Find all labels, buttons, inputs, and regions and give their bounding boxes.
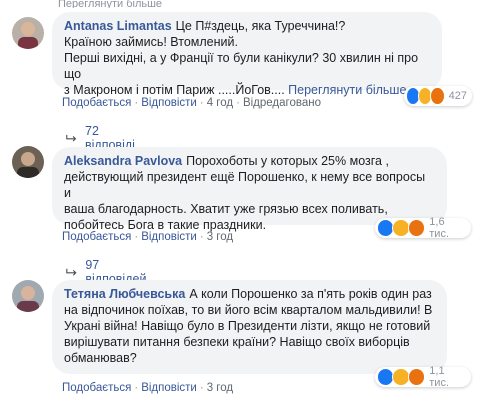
- reactions-summary[interactable]: 1,1 тис.: [375, 365, 471, 389]
- angry-reaction-icon: [407, 219, 426, 237]
- comment-bubble: Aleksandra Pavlova Порохоботы у которых 2…: [52, 147, 447, 232]
- timestamp[interactable]: 4 год: [207, 97, 233, 109]
- comment-author[interactable]: Antanas Limantas: [64, 19, 172, 33]
- like-button[interactable]: Подобається: [62, 97, 131, 109]
- avatar[interactable]: [12, 17, 44, 49]
- reactions-summary[interactable]: 1,6 тис.: [375, 216, 471, 240]
- truncated-see-more: Переглянути більше: [58, 0, 163, 8]
- timestamp[interactable]: 3 год: [207, 231, 233, 243]
- comment-actions: Подобається · Відповісти · 3 год: [62, 382, 234, 394]
- reactions-summary[interactable]: 427: [404, 86, 472, 106]
- avatar-photo-icon: [12, 17, 44, 49]
- avatar-photo-icon: [12, 280, 44, 312]
- avatar-photo-icon: [12, 146, 44, 178]
- edited-label[interactable]: Відредаговано: [243, 97, 321, 109]
- reply-arrow-icon: [66, 134, 77, 142]
- avatar[interactable]: [12, 146, 44, 178]
- comment-bubble: Antanas Limantas Це П#здець, яка Туреччин…: [52, 12, 442, 97]
- angry-reaction-icon: [430, 87, 445, 105]
- reply-button[interactable]: Відповісти: [141, 382, 197, 394]
- comment-bubble: Тетяна Любчевська А коли Порошенко за п'я…: [52, 280, 447, 374]
- avatar[interactable]: [12, 280, 44, 312]
- reply-arrow-icon: [66, 268, 77, 276]
- comment-author[interactable]: Aleksandra Pavlova: [64, 154, 182, 168]
- comment-actions: Подобається · Відповісти · 3 год: [62, 231, 234, 243]
- angry-reaction-icon: [407, 368, 426, 386]
- comment-author[interactable]: Тетяна Любчевська: [64, 287, 185, 301]
- reply-button[interactable]: Відповісти: [141, 231, 197, 243]
- timestamp[interactable]: 3 год: [207, 382, 233, 394]
- like-button[interactable]: Подобається: [62, 382, 131, 394]
- reply-button[interactable]: Відповісти: [141, 97, 197, 109]
- comment-actions: Подобається · Відповісти · 4 год · Відредагова…: [62, 97, 321, 109]
- like-button[interactable]: Подобається: [62, 231, 131, 243]
- see-more-link[interactable]: Переглянути більше: [288, 83, 406, 97]
